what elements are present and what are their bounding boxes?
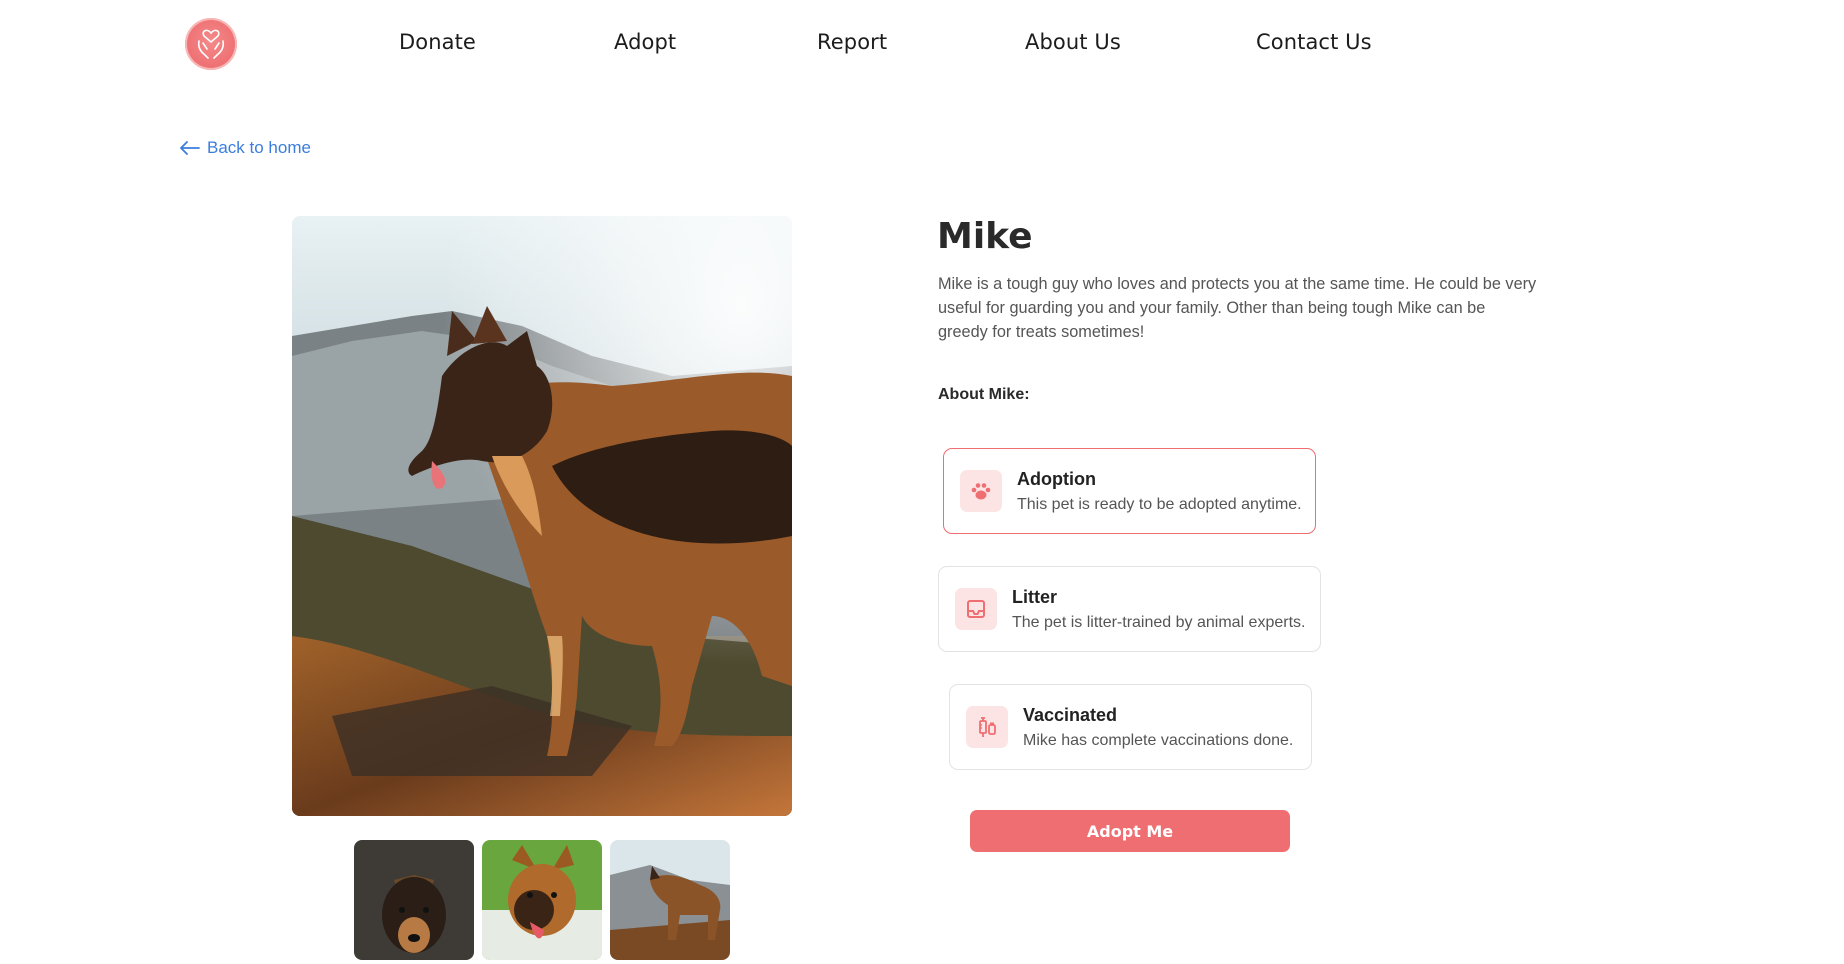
feature-card-vaccinated[interactable]: Vaccinated Mike has complete vaccination… [949,684,1312,770]
back-link-label: Back to home [207,138,311,157]
thumbnail-1[interactable] [354,840,474,960]
paw-icon [960,470,1002,512]
pet-description: Mike is a tough guy who loves and protec… [938,275,1537,341]
syringe-icon [966,706,1008,748]
logo[interactable] [185,18,237,70]
nav-contact-us[interactable]: Contact Us [1256,30,1372,54]
feature-card-litter[interactable]: Litter The pet is litter-trained by anim… [938,566,1321,652]
arrow-left-icon [180,141,200,155]
feature-title: Litter [1012,586,1057,607]
feature-title: Vaccinated [1023,704,1118,725]
feature-text: This pet is ready to be adopted anytime. [1017,495,1302,513]
adopt-me-button[interactable]: Adopt Me [970,810,1290,852]
nav-about-us[interactable]: About Us [1025,30,1121,54]
thumbnail-2[interactable] [482,840,602,960]
feature-card-adoption[interactable]: Adoption This pet is ready to be adopted… [943,448,1316,534]
about-heading: About Mike: [938,386,1030,403]
nav-donate[interactable]: Donate [399,30,476,54]
nav-adopt[interactable]: Adopt [614,30,676,54]
nav-report[interactable]: Report [817,30,887,54]
main-pet-photo [292,216,792,816]
thumbnail-3[interactable] [610,840,730,960]
pet-name: Mike [937,216,1033,257]
feature-text: The pet is litter-trained by animal expe… [1012,613,1306,631]
hands-heart-icon [197,29,225,59]
feature-title: Adoption [1017,468,1096,489]
inbox-tray-icon [955,588,997,630]
back-to-home-link[interactable]: Back to home [180,138,311,158]
feature-text: Mike has complete vaccinations done. [1023,731,1294,749]
